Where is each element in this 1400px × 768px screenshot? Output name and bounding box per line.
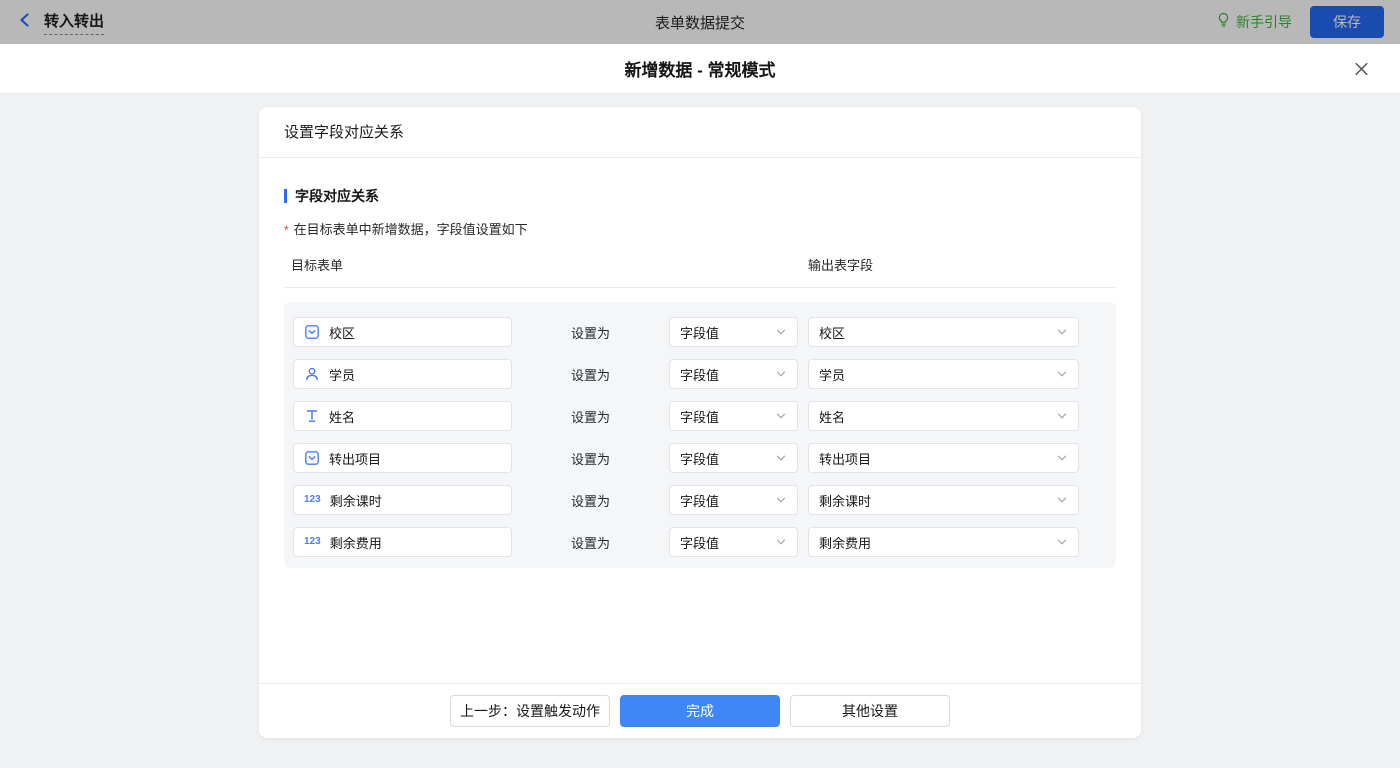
set-as-label: 设置为: [512, 533, 669, 552]
output-field-select[interactable]: 转出项目: [808, 443, 1079, 473]
operator-select[interactable]: 字段值: [669, 317, 798, 347]
chevron-down-icon: [775, 410, 787, 422]
field-mapping-row: 校区 设置为 字段值 校区: [293, 317, 1107, 347]
operator-select[interactable]: 字段值: [669, 359, 798, 389]
output-field-select-value: 剩余课时: [819, 491, 871, 510]
close-button[interactable]: [1349, 56, 1374, 81]
output-field-select[interactable]: 剩余课时: [808, 485, 1079, 515]
field-mapping-row: 123 剩余费用 设置为 字段值 剩余费用: [293, 527, 1107, 557]
chevron-down-icon: [1056, 326, 1068, 338]
section-note: * 在目标表单中新增数据，字段值设置如下: [284, 219, 1116, 238]
top-bar: 转入转出 表单数据提交 新手引导 保存: [0, 0, 1400, 44]
chevron-down-icon: [1056, 368, 1068, 380]
chevron-down-icon: [775, 452, 787, 464]
output-field-select-value: 学员: [819, 365, 845, 384]
set-as-label: 设置为: [512, 323, 669, 342]
section-heading-label: 字段对应关系: [295, 186, 379, 206]
output-field-select[interactable]: 姓名: [808, 401, 1079, 431]
column-header-target-form: 目标表单: [291, 255, 808, 274]
section-note-text: 在目标表单中新增数据，字段值设置如下: [294, 222, 528, 237]
target-field-box[interactable]: 123 剩余课时: [293, 485, 512, 515]
operator-select-value: 字段值: [680, 407, 719, 426]
chevron-down-icon: [775, 494, 787, 506]
target-field-label: 学员: [329, 365, 355, 384]
save-button[interactable]: 保存: [1310, 6, 1384, 38]
beginner-guide-button[interactable]: 新手引导: [1216, 12, 1292, 32]
chevron-down-icon: [775, 326, 787, 338]
lightbulb-icon: [1216, 12, 1231, 32]
previous-step-button[interactable]: 上一步：设置触发动作: [450, 695, 610, 727]
target-field-box[interactable]: 转出项目: [293, 443, 512, 473]
field-mapping-row: 转出项目 设置为 字段值 转出项目: [293, 443, 1107, 473]
target-field-label: 转出项目: [329, 449, 381, 468]
chevron-down-icon: [1056, 494, 1068, 506]
field-mapping-row: 姓名 设置为 字段值 姓名: [293, 401, 1107, 431]
number-field-icon: 123: [304, 495, 321, 505]
select-field-icon: [304, 450, 320, 466]
chevron-down-icon: [775, 368, 787, 380]
field-mapping-row: 123 剩余课时 设置为 字段值 剩余课时: [293, 485, 1107, 515]
output-field-select-value: 剩余费用: [819, 533, 871, 552]
beginner-guide-label: 新手引导: [1236, 12, 1292, 32]
operator-select-value: 字段值: [680, 533, 719, 552]
section-heading: 字段对应关系: [284, 186, 1116, 206]
output-field-select-value: 转出项目: [819, 449, 871, 468]
member-field-icon: [304, 366, 320, 382]
output-field-select[interactable]: 剩余费用: [808, 527, 1079, 557]
output-field-select[interactable]: 学员: [808, 359, 1079, 389]
modal-title: 新增数据 - 常规模式: [624, 56, 775, 81]
set-as-label: 设置为: [512, 365, 669, 384]
card-footer: 上一步：设置触发动作 完成 其他设置: [259, 683, 1141, 738]
target-field-label: 剩余课时: [330, 491, 382, 510]
card-header-title: 设置字段对应关系: [259, 107, 1141, 158]
operator-select[interactable]: 字段值: [669, 443, 798, 473]
operator-select[interactable]: 字段值: [669, 485, 798, 515]
operator-select[interactable]: 字段值: [669, 401, 798, 431]
field-mapping-panel: 校区 设置为 字段值 校区: [284, 302, 1116, 568]
page-title: 表单数据提交: [0, 12, 1400, 33]
number-field-icon: 123: [304, 537, 321, 547]
output-field-select[interactable]: 校区: [808, 317, 1079, 347]
target-field-label: 校区: [329, 323, 355, 342]
set-as-label: 设置为: [512, 449, 669, 468]
target-field-box[interactable]: 校区: [293, 317, 512, 347]
field-mapping-row: 学员 设置为 字段值 学员: [293, 359, 1107, 389]
chevron-down-icon: [1056, 410, 1068, 422]
field-mapping-card: 设置字段对应关系 字段对应关系 * 在目标表单中新增数据，字段值设置如下 目标表单…: [259, 107, 1141, 738]
target-field-label: 剩余费用: [330, 533, 382, 552]
section-heading-accent-bar: [284, 189, 287, 203]
card-body: 字段对应关系 * 在目标表单中新增数据，字段值设置如下 目标表单 输出表字段 校区: [259, 158, 1141, 683]
text-field-icon: [304, 408, 320, 424]
close-icon: [1353, 65, 1370, 80]
done-button[interactable]: 完成: [620, 695, 780, 727]
target-field-box[interactable]: 姓名: [293, 401, 512, 431]
target-field-box[interactable]: 学员: [293, 359, 512, 389]
chevron-down-icon: [1056, 452, 1068, 464]
target-field-box[interactable]: 123 剩余费用: [293, 527, 512, 557]
output-field-select-value: 校区: [819, 323, 845, 342]
operator-select-value: 字段值: [680, 323, 719, 342]
other-settings-button[interactable]: 其他设置: [790, 695, 950, 727]
operator-select-value: 字段值: [680, 365, 719, 384]
chevron-down-icon: [775, 536, 787, 548]
page-body: 设置字段对应关系 字段对应关系 * 在目标表单中新增数据，字段值设置如下 目标表单…: [0, 107, 1400, 768]
modal-header: 新增数据 - 常规模式: [0, 44, 1400, 94]
chevron-down-icon: [1056, 536, 1068, 548]
set-as-label: 设置为: [512, 407, 669, 426]
operator-select-value: 字段值: [680, 449, 719, 468]
operator-select-value: 字段值: [680, 491, 719, 510]
select-field-icon: [304, 324, 320, 340]
required-asterisk: *: [284, 223, 289, 237]
set-as-label: 设置为: [512, 491, 669, 510]
operator-select[interactable]: 字段值: [669, 527, 798, 557]
column-headers: 目标表单 输出表字段: [284, 255, 1116, 288]
column-header-output-field: 输出表字段: [808, 255, 873, 274]
output-field-select-value: 姓名: [819, 407, 845, 426]
target-field-label: 姓名: [329, 407, 355, 426]
